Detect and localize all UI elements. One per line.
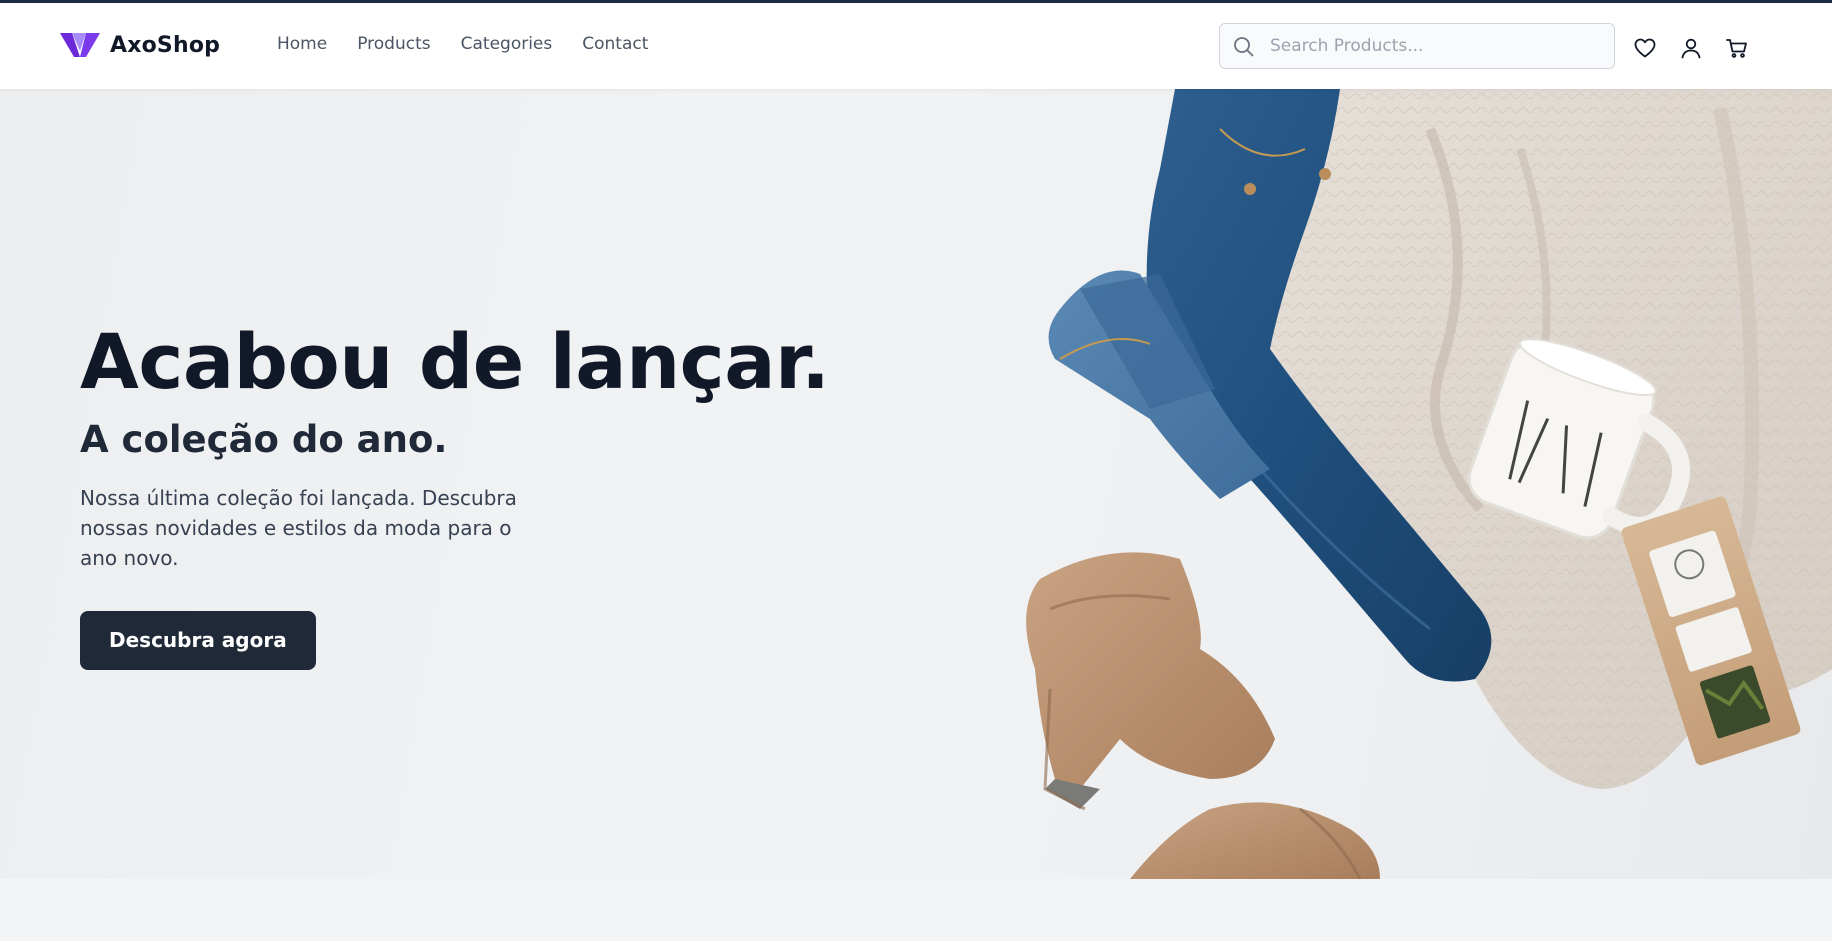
hero-fashion-image <box>1026 89 1832 879</box>
search-icon <box>1234 37 1254 57</box>
discover-now-button[interactable]: Descubra agora <box>80 610 316 670</box>
page-content-area <box>0 879 1832 941</box>
logo-mark-icon <box>60 33 100 57</box>
cart-button[interactable] <box>1724 35 1750 61</box>
main-nav: Home Products Categories Contact <box>277 34 648 54</box>
site-header: AxoShop Home Products Categories Contact <box>0 3 1832 89</box>
account-button[interactable] <box>1678 35 1704 61</box>
user-icon <box>1681 38 1701 59</box>
nav-contact[interactable]: Contact <box>582 34 648 54</box>
brand-name: AxoShop <box>110 32 221 58</box>
header-actions <box>1632 35 1750 61</box>
hero-banner: Acabou de lançar. A coleção do ano. Noss… <box>0 89 1832 879</box>
cart-icon <box>1726 39 1747 58</box>
nav-products[interactable]: Products <box>357 34 430 54</box>
hero-copy: Acabou de lançar. A coleção do ano. Noss… <box>80 322 840 670</box>
hero-description: Nossa última coleção foi lançada. Descub… <box>80 485 517 570</box>
nav-categories[interactable]: Categories <box>461 34 553 54</box>
logo[interactable]: AxoShop <box>60 31 220 59</box>
hero-subtitle: A coleção do ano. <box>80 417 448 461</box>
nav-home[interactable]: Home <box>277 34 327 54</box>
search-input[interactable] <box>1270 24 1600 68</box>
heart-icon <box>1634 38 1656 58</box>
hero-title: Acabou de lançar. <box>80 317 830 406</box>
search-box <box>1219 23 1615 69</box>
wishlist-button[interactable] <box>1632 35 1658 61</box>
